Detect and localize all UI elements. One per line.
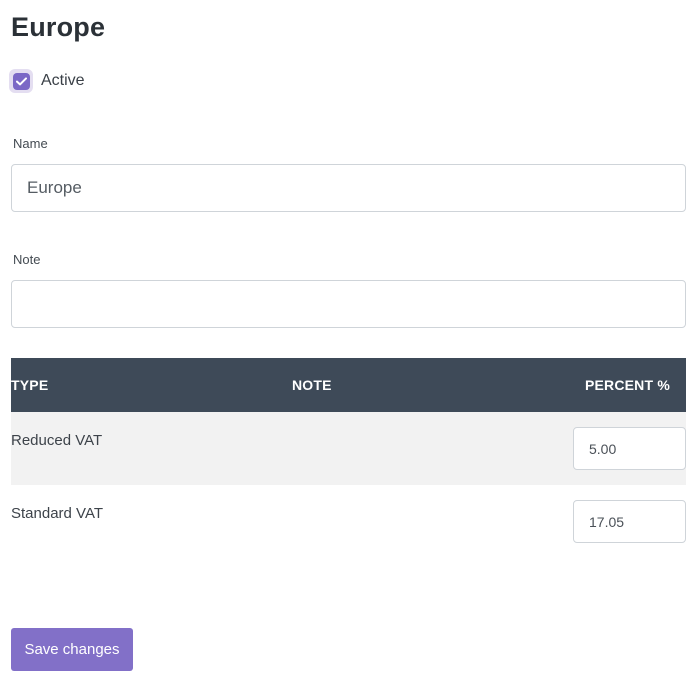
note-label: Note [13, 252, 41, 267]
name-label: Name [13, 136, 48, 151]
column-header-percent: PERCENT % [584, 377, 670, 393]
checkbox-fill [12, 72, 30, 90]
active-toggle-row[interactable]: Active [9, 69, 85, 93]
checkmark-icon [15, 76, 27, 85]
table-row: Reduced VAT [11, 412, 686, 485]
active-label: Active [41, 72, 85, 89]
column-header-note: NOTE [292, 377, 332, 393]
name-input[interactable] [11, 164, 686, 212]
page-title: Europe [11, 12, 106, 42]
save-changes-button[interactable]: Save changes [11, 628, 133, 671]
percent-input[interactable] [573, 427, 686, 470]
tax-zone-editor: Europe Active Name Note TYPE NOTE PERCEN… [0, 0, 699, 681]
table-header: TYPE NOTE PERCENT % [11, 358, 686, 412]
row-type: Reduced VAT [11, 432, 103, 449]
table-row: Standard VAT [11, 485, 686, 558]
percent-input[interactable] [573, 500, 686, 543]
row-type: Standard VAT [11, 505, 103, 522]
note-input[interactable] [11, 280, 686, 328]
column-header-type: TYPE [11, 377, 49, 393]
tax-rates-table: TYPE NOTE PERCENT % Reduced VAT Standard… [11, 358, 686, 558]
active-checkbox[interactable] [9, 69, 33, 93]
